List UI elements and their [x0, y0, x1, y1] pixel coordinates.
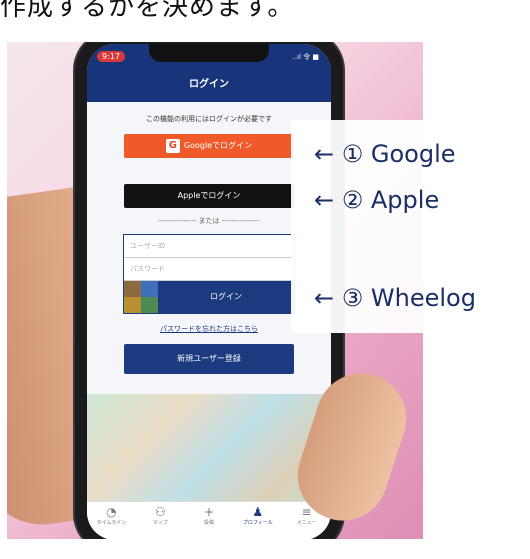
login-logo-icon	[124, 281, 158, 313]
forgot-password-link[interactable]: パスワードを忘れた方はこちら	[101, 324, 317, 334]
google-login-button[interactable]: G Googleでログイン	[124, 134, 294, 158]
login-notice: この機能の利用にはログインが必要です	[146, 115, 272, 123]
caption-text: 作成するかを決めます。	[0, 0, 295, 22]
status-bar: 9:17 ..ıl 令 ■	[87, 44, 331, 72]
callout-google: ← ① Google	[314, 140, 456, 168]
map-icon: ⚇	[154, 505, 166, 519]
register-button[interactable]: 新規ユーザー登録	[124, 344, 294, 374]
callout-apple: ← ② Apple	[314, 186, 440, 214]
callout-wheelog: ← ③ Wheelog	[314, 284, 476, 312]
divider-or: --------------- または ---------------	[158, 217, 260, 225]
plus-icon: +	[203, 505, 215, 519]
tab-label: タイムライン	[96, 520, 127, 526]
person-icon: ♟	[252, 505, 264, 519]
tab-timeline[interactable]: ◔ タイムライン	[87, 502, 136, 539]
tab-post[interactable]: + 投稿	[185, 502, 234, 539]
callout-panel: ← ① Google ← ② Apple ← ③ Wheelog	[291, 120, 530, 333]
login-label: ログイン	[210, 292, 242, 301]
login-button[interactable]: ログイン	[124, 281, 294, 313]
map-background	[87, 394, 331, 504]
google-icon: G	[165, 138, 180, 153]
tab-bar: ◔ タイムライン ⚇ マップ + 投稿 ♟ プロフィール ≡ メニュー	[87, 501, 331, 539]
apple-login-button[interactable]: Appleでログイン	[124, 184, 294, 208]
tab-label: 投稿	[203, 520, 214, 526]
tab-label: メニュー	[296, 520, 317, 526]
tab-map[interactable]: ⚇ マップ	[136, 502, 185, 539]
status-time: 9:17	[97, 51, 125, 62]
clock-icon: ◔	[106, 505, 117, 519]
phone-notch	[149, 44, 269, 62]
google-login-label: Googleでログイン	[183, 141, 253, 150]
page-title: ログイン	[87, 72, 331, 102]
user-id-field[interactable]: ユーザーID	[124, 235, 294, 258]
tab-profile[interactable]: ♟ プロフィール	[233, 502, 282, 539]
password-field[interactable]: パスワード	[124, 258, 294, 281]
tab-label: プロフィール	[242, 520, 273, 526]
tab-label: マップ	[152, 520, 168, 526]
signal-icon: ..ıl 令 ■	[292, 53, 319, 61]
login-form: ユーザーID パスワード ログイン	[123, 234, 295, 314]
